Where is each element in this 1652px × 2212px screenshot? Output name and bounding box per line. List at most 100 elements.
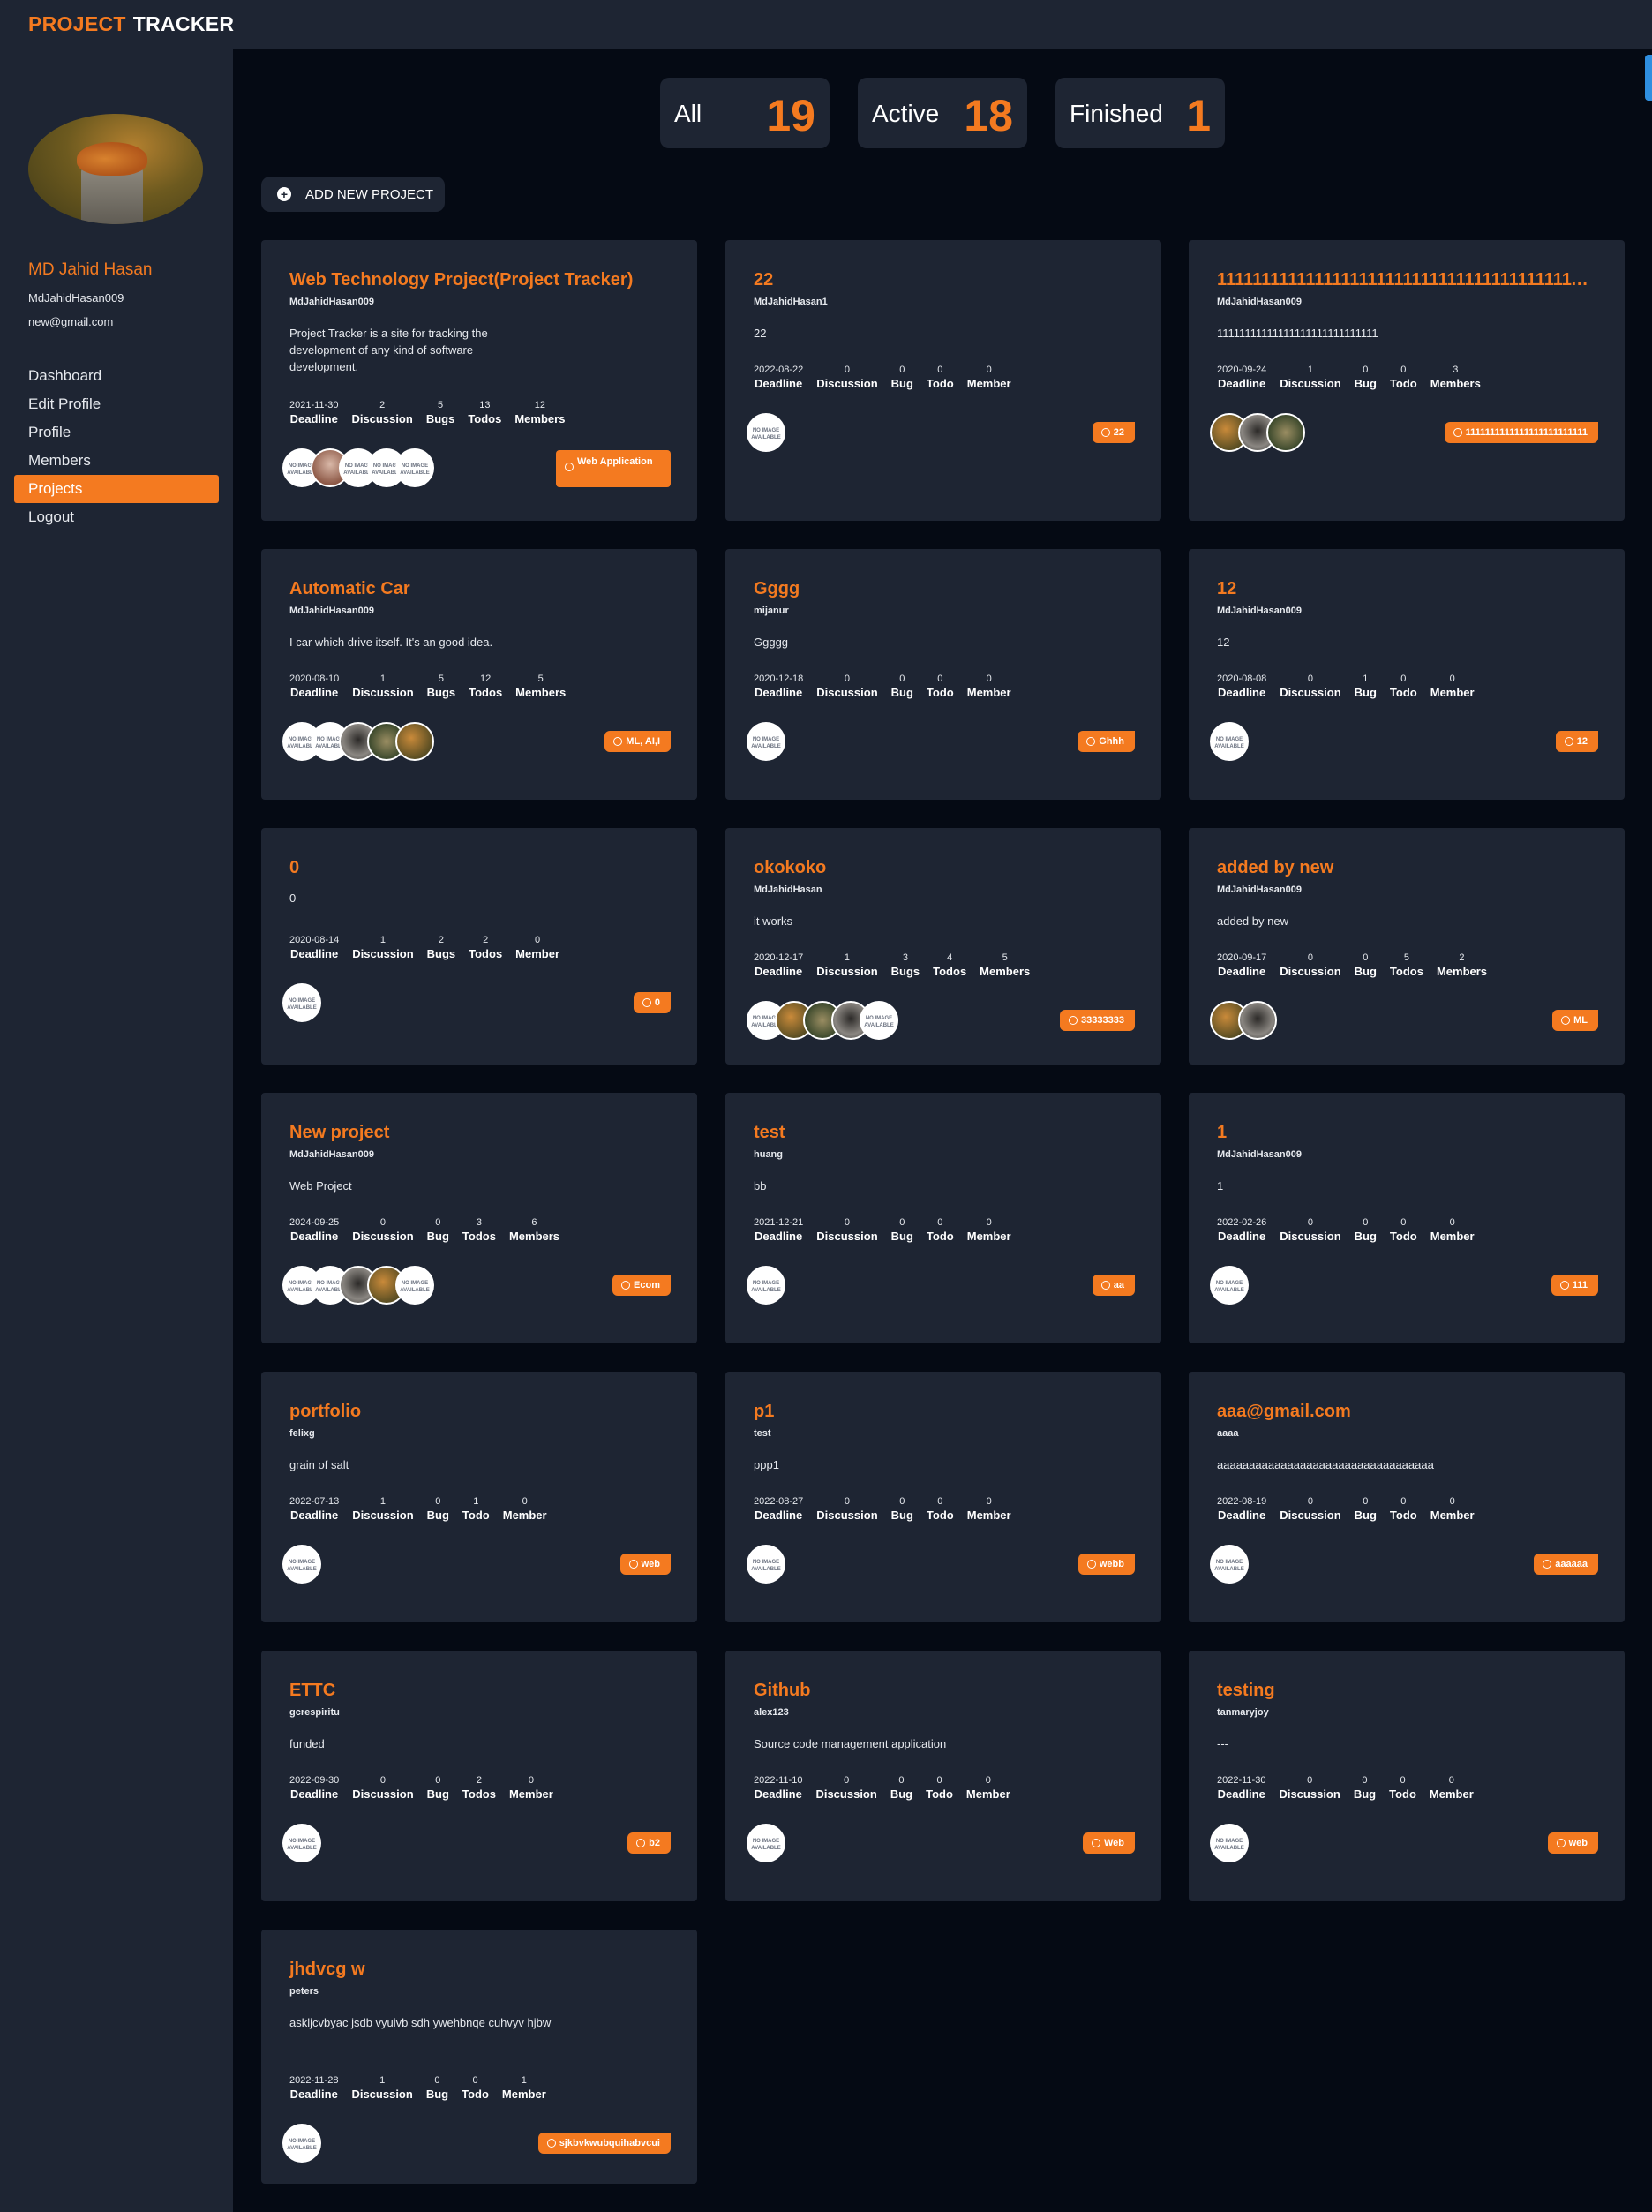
project-card[interactable]: testing tanmaryjoy --- 2022-11-30 Deadline 0 D… bbox=[1189, 1651, 1625, 1901]
project-title[interactable]: 0 bbox=[289, 858, 669, 878]
no-image-avatar[interactable]: NO IMAGE AVAILABLE bbox=[282, 983, 321, 1022]
no-image-avatar[interactable]: NO IMAGE AVAILABLE bbox=[395, 448, 434, 487]
no-image-avatar[interactable]: NO IMAGE AVAILABLE bbox=[395, 1266, 434, 1305]
project-title[interactable]: Gggg bbox=[754, 579, 1133, 599]
project-card[interactable]: 0 0 2020-08-14 Deadline 1 Discussion 2 Bugs 2 Tod… bbox=[261, 828, 697, 1065]
sidebar-item-logout[interactable]: Logout bbox=[14, 503, 219, 531]
stat-label: Bug bbox=[890, 377, 913, 390]
project-category-tag[interactable]: aaaaaa bbox=[1534, 1554, 1598, 1575]
project-title[interactable]: jhdvcg w bbox=[289, 1960, 669, 1980]
project-category-tag[interactable]: 0 bbox=[633, 992, 671, 1013]
stat-label: Deadline bbox=[289, 2088, 338, 2101]
no-image-avatar[interactable]: NO IMAGE AVAILABLE bbox=[860, 1001, 898, 1040]
project-category-tag[interactable]: 33333333 bbox=[1060, 1010, 1135, 1031]
project-title[interactable]: Web Technology Project(Project Tracker) bbox=[289, 270, 669, 290]
project-title[interactable]: test bbox=[754, 1123, 1133, 1143]
project-category-tag[interactable]: 12 bbox=[1555, 731, 1598, 752]
no-image-avatar[interactable]: NO IMAGE AVAILABLE bbox=[1210, 1266, 1249, 1305]
no-image-avatar[interactable]: NO IMAGE AVAILABLE bbox=[747, 413, 785, 452]
no-image-avatar[interactable]: NO IMAGE AVAILABLE bbox=[747, 1545, 785, 1584]
no-image-avatar[interactable]: NO IMAGE AVAILABLE bbox=[1210, 1824, 1249, 1862]
stat-label: Todos bbox=[462, 1787, 496, 1801]
sidebar-item-edit-profile[interactable]: Edit Profile bbox=[14, 390, 219, 418]
no-image-avatar[interactable]: NO IMAGE AVAILABLE bbox=[282, 1545, 321, 1584]
no-image-avatar[interactable]: NO IMAGE AVAILABLE bbox=[1210, 722, 1249, 761]
sidebar-item-profile[interactable]: Profile bbox=[14, 418, 219, 447]
project-title[interactable]: 22 bbox=[754, 270, 1133, 290]
project-card[interactable]: aaa@gmail.com aaaa aaaaaaaaaaaaaaaaaaaaaaa… bbox=[1189, 1372, 1625, 1622]
project-title[interactable]: 1 bbox=[1217, 1123, 1596, 1143]
project-category-tag[interactable]: webb bbox=[1078, 1554, 1135, 1575]
stat-all[interactable]: All 19 bbox=[660, 78, 830, 148]
project-title[interactable]: portfolio bbox=[289, 1402, 669, 1422]
stat-discussion: 1 Discussion bbox=[1280, 364, 1340, 392]
stat-label: Member bbox=[501, 2088, 546, 2101]
project-category-tag[interactable]: aa bbox=[1092, 1275, 1135, 1296]
project-card[interactable]: New project MdJahidHasan009 Web Project 202… bbox=[261, 1093, 697, 1343]
project-card[interactable]: added by new MdJahidHasan009 added by new 2… bbox=[1189, 828, 1625, 1065]
project-card[interactable]: ETTC gcrespiritu funded 2022-09-30 Deadline 0… bbox=[261, 1651, 697, 1901]
project-description: 11111111111111111111111111111 bbox=[1217, 327, 1378, 340]
project-title[interactable]: aaa@gmail.com bbox=[1217, 1402, 1596, 1422]
project-title[interactable]: 1111111111111111111111111111111111111111… bbox=[1217, 270, 1596, 290]
project-title[interactable]: added by new bbox=[1217, 858, 1596, 878]
project-title[interactable]: okokoko bbox=[754, 858, 1133, 878]
project-title[interactable]: 12 bbox=[1217, 579, 1596, 599]
sidebar-item-projects[interactable]: Projects bbox=[14, 475, 219, 503]
project-title[interactable]: ETTC bbox=[289, 1681, 669, 1701]
project-category-tag[interactable]: ML, AI,I bbox=[604, 731, 671, 752]
no-image-avatar[interactable]: NO IMAGE AVAILABLE bbox=[747, 1266, 785, 1305]
project-category-tag[interactable]: 111 bbox=[1551, 1275, 1598, 1296]
stat-label: Members bbox=[980, 965, 1031, 978]
no-image-avatar[interactable]: NO IMAGE AVAILABLE bbox=[1210, 1545, 1249, 1584]
project-title[interactable]: p1 bbox=[754, 1402, 1133, 1422]
project-card[interactable]: okokoko MdJahidHasan it works 2020-12-17 Dea… bbox=[725, 828, 1161, 1065]
no-image-avatar[interactable]: NO IMAGE AVAILABLE bbox=[747, 722, 785, 761]
stat-value: 2 bbox=[438, 935, 444, 945]
project-card[interactable]: Gggg mijanur Ggggg 2020-12-18 Deadline 0 Discu… bbox=[725, 549, 1161, 800]
member-avatar[interactable] bbox=[1238, 1001, 1277, 1040]
project-category-tag[interactable]: Web bbox=[1082, 1832, 1135, 1854]
stat-label: Discussion bbox=[1280, 377, 1341, 390]
project-category-tag[interactable]: b2 bbox=[627, 1832, 671, 1854]
project-category-tag[interactable]: 1111111111111111111111111 bbox=[1444, 422, 1598, 443]
stat-active[interactable]: Active 18 bbox=[858, 78, 1027, 148]
stat-label: Todo bbox=[926, 1509, 954, 1522]
no-image-avatar[interactable]: NO IMAGE AVAILABLE bbox=[747, 1824, 785, 1862]
no-image-avatar[interactable]: NO IMAGE AVAILABLE bbox=[282, 2124, 321, 2163]
project-category-tag[interactable]: Ecom bbox=[612, 1275, 671, 1296]
project-category-tag[interactable]: ML bbox=[1552, 1010, 1598, 1031]
project-card[interactable]: Web Technology Project(Project Tracker) M… bbox=[261, 240, 697, 521]
project-category-tag[interactable]: Web Application bbox=[556, 450, 671, 487]
project-title[interactable]: New project bbox=[289, 1123, 669, 1143]
project-card[interactable]: 22 MdJahidHasan1 22 2022-08-22 Deadline 0 Disc… bbox=[725, 240, 1161, 521]
project-category-tag[interactable]: sjkbvkwubquihabvcui bbox=[537, 2133, 671, 2154]
project-category-tag[interactable]: web bbox=[1547, 1832, 1598, 1854]
project-card[interactable]: Automatic Car MdJahidHasan009 I car which … bbox=[261, 549, 697, 800]
member-avatar[interactable] bbox=[1266, 413, 1305, 452]
project-card[interactable]: 1111111111111111111111111111111111111111… bbox=[1189, 240, 1625, 521]
sidebar-item-dashboard[interactable]: Dashboard bbox=[14, 362, 219, 390]
project-card[interactable]: p1 test ppp1 2022-08-27 Deadline 0 Discussion 0… bbox=[725, 1372, 1161, 1622]
project-category-tag[interactable]: Ghhh bbox=[1078, 731, 1135, 752]
project-card[interactable]: jhdvcg w peters askljcvbyac jsdb vyuivb sd… bbox=[261, 1930, 697, 2184]
stat-value: 2024-09-25 bbox=[289, 1217, 340, 1228]
project-category-tag[interactable]: web bbox=[620, 1554, 671, 1575]
project-title[interactable]: Github bbox=[754, 1681, 1133, 1701]
project-card[interactable]: 1 MdJahidHasan009 1 2022-02-26 Deadline 0 Disc… bbox=[1189, 1093, 1625, 1343]
no-image-avatar[interactable]: NO IMAGE AVAILABLE bbox=[282, 1824, 321, 1862]
scrollbar-thumb[interactable] bbox=[1645, 55, 1652, 101]
project-title[interactable]: testing bbox=[1217, 1681, 1596, 1701]
stat-value: 2 bbox=[379, 400, 386, 410]
project-title[interactable]: Automatic Car bbox=[289, 579, 669, 599]
project-card[interactable]: test huang bb 2021-12-21 Deadline 0 Discussion… bbox=[725, 1093, 1161, 1343]
stat-finished[interactable]: Finished 1 bbox=[1055, 78, 1225, 148]
project-card[interactable]: 12 MdJahidHasan009 12 2020-08-08 Deadline 0 Di… bbox=[1189, 549, 1625, 800]
project-category-tag[interactable]: 22 bbox=[1092, 422, 1135, 443]
project-card[interactable]: Github alex123 Source code management appl… bbox=[725, 1651, 1161, 1901]
member-avatar[interactable] bbox=[395, 722, 434, 761]
brand-logo[interactable]: PROJECT TRACKER bbox=[28, 12, 234, 36]
sidebar-item-members[interactable]: Members bbox=[14, 447, 219, 475]
add-project-button[interactable]: + ADD NEW PROJECT bbox=[261, 177, 445, 212]
project-card[interactable]: portfolio felixg grain of salt 2022-07-13 De… bbox=[261, 1372, 697, 1622]
